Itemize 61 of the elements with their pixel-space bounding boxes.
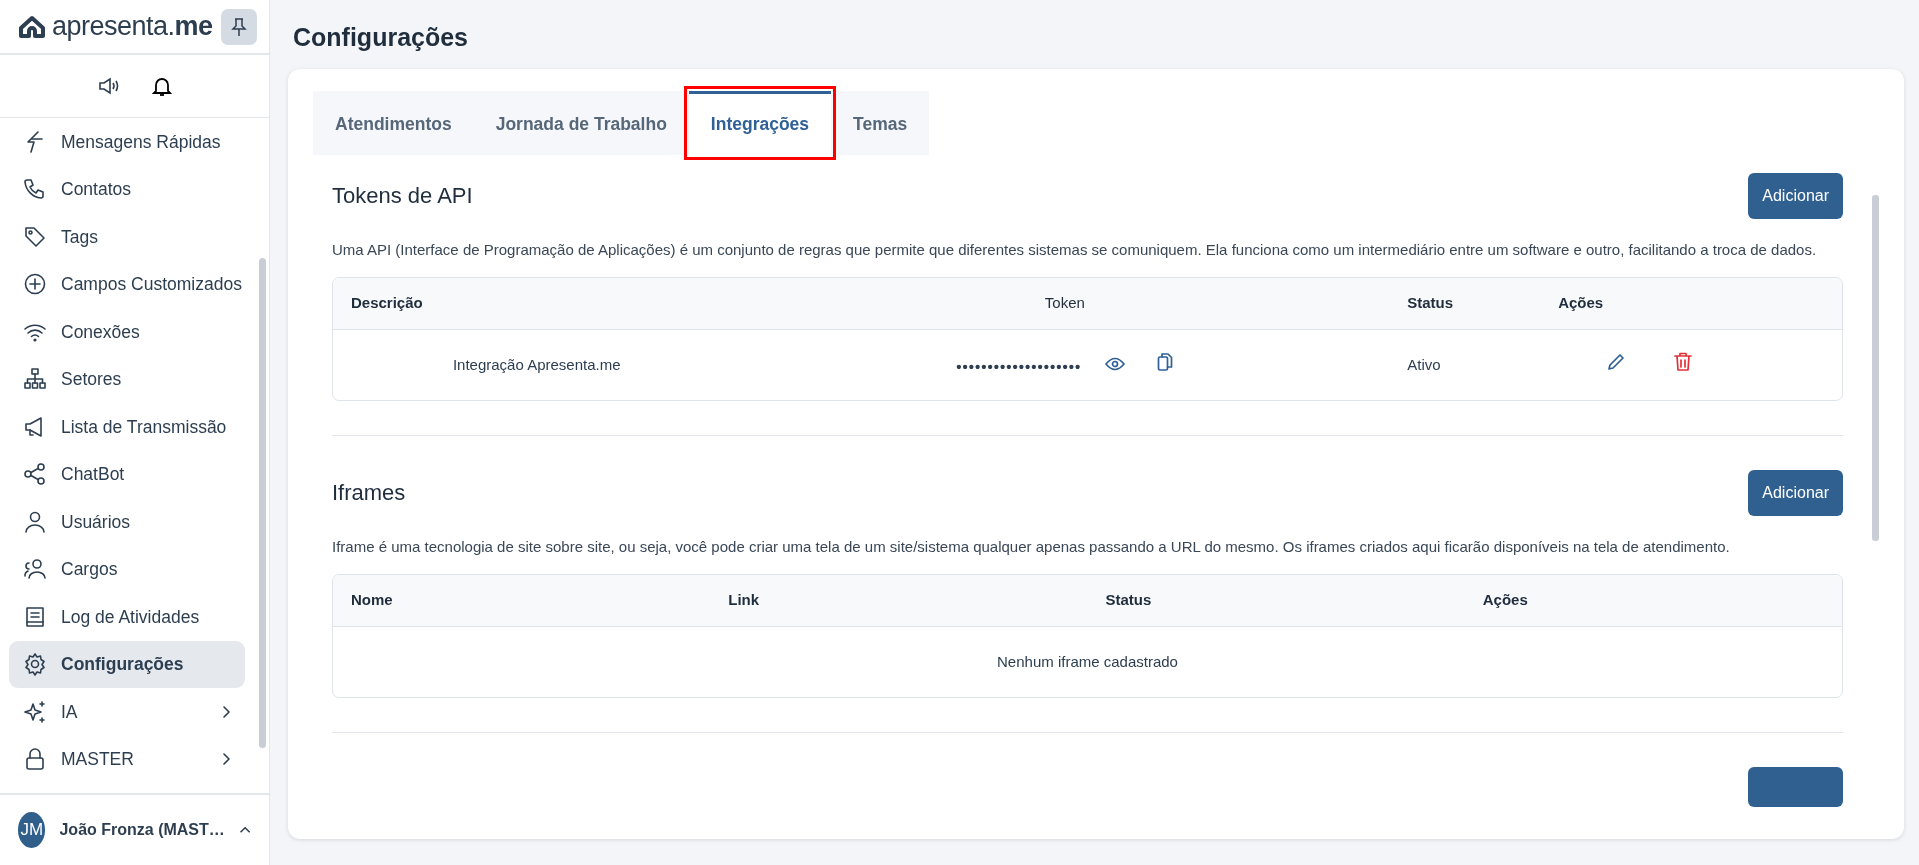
section-description: Uma API (Interface de Programação de Aplicações) é um conjunto de regras que permite que diferentes sistemas se comuniquem. Ela funciona como um intermediário entre um software e outro, facilitando a troca de dados. [332, 240, 1818, 260]
gear-icon [23, 652, 47, 677]
menu-item[interactable]: Tags [9, 213, 245, 261]
section-description: Iframe é uma tecnologia de site sobre site, ou seja, você pode criar uma tela de um site/sistema qualquer apenas passando a URL do mesmo. Os iframes criados aqui ficarão disponíveis na tela de atendimento. [332, 537, 1731, 557]
table-cell: Ativo [1407, 355, 1441, 373]
menu-item[interactable]: ChatBot [9, 450, 245, 498]
bell-icon[interactable] [151, 75, 172, 97]
column-header: Token [740, 278, 1390, 329]
empty-message: Nenhum iframe cadastrado [997, 652, 1178, 670]
section-title: Tokens de API [332, 182, 473, 210]
column-header: Status [1087, 575, 1465, 626]
menu-item[interactable]: Usuários [9, 498, 245, 546]
pencil-icon[interactable] [1606, 351, 1627, 372]
tab[interactable]: Temas [831, 91, 930, 155]
menu-item[interactable]: Log de Atividades [9, 593, 245, 641]
eye-icon[interactable] [1105, 355, 1126, 372]
menu-item[interactable]: Setores [9, 355, 245, 403]
menu-item[interactable]: Campos Customizados [9, 260, 245, 308]
tag-icon [23, 224, 47, 249]
user-avatar: JM [18, 812, 46, 848]
user-name[interactable]: João Fronza (MAST… [59, 818, 225, 842]
column-header: Ações [1464, 575, 1842, 626]
phone-icon [23, 177, 47, 202]
menu-item[interactable]: IA [9, 688, 245, 736]
logo-text: apresenta.me [52, 10, 213, 44]
table-cell: Integração Apresenta.me [452, 355, 621, 373]
menu-item[interactable]: Configurações [9, 640, 245, 688]
add-button[interactable]: Adicionar [1748, 173, 1843, 219]
menu-item[interactable]: MASTER [9, 735, 245, 783]
chevron-up-icon[interactable] [238, 825, 251, 835]
user-icon [23, 509, 47, 534]
plus-circle-icon [23, 272, 47, 297]
masked-token: •••••••••••••••••••• [956, 357, 1082, 375]
scrollbar[interactable] [1872, 195, 1879, 541]
share-nodes-icon [23, 462, 47, 487]
sparkle-icon [23, 699, 47, 724]
column-header: Ações [1540, 278, 1842, 329]
column-header: Status [1389, 278, 1541, 329]
pin-button[interactable] [221, 8, 257, 45]
scrollbar[interactable] [259, 258, 266, 748]
house-logo-icon [18, 14, 46, 39]
page-title: Configurações [293, 22, 470, 52]
menu-item[interactable]: Lista de Transmissão [9, 403, 245, 451]
trash-icon[interactable] [1674, 351, 1693, 372]
lock-icon [23, 747, 47, 772]
menu-item[interactable]: Contatos [9, 165, 245, 213]
users-icon [23, 557, 47, 582]
tab[interactable]: Jornada de Trabalho [473, 91, 689, 155]
speaker-icon[interactable] [97, 76, 120, 96]
add-button[interactable]: Adicionar [1748, 470, 1843, 516]
section-title: Iframes [332, 479, 406, 507]
column-header: Descrição [333, 278, 741, 329]
hierarchy-icon [23, 367, 47, 392]
column-header: Link [710, 575, 1088, 626]
pin-icon [230, 16, 248, 37]
column-header: Nome [333, 575, 711, 626]
tab[interactable]: Atendimentos [313, 91, 474, 155]
menu-item[interactable]: Conexões [9, 308, 245, 356]
menu-item[interactable]: Mensagens Rápidas [9, 118, 245, 166]
book-icon [23, 604, 47, 629]
menu-item[interactable]: Cargos [9, 545, 245, 593]
